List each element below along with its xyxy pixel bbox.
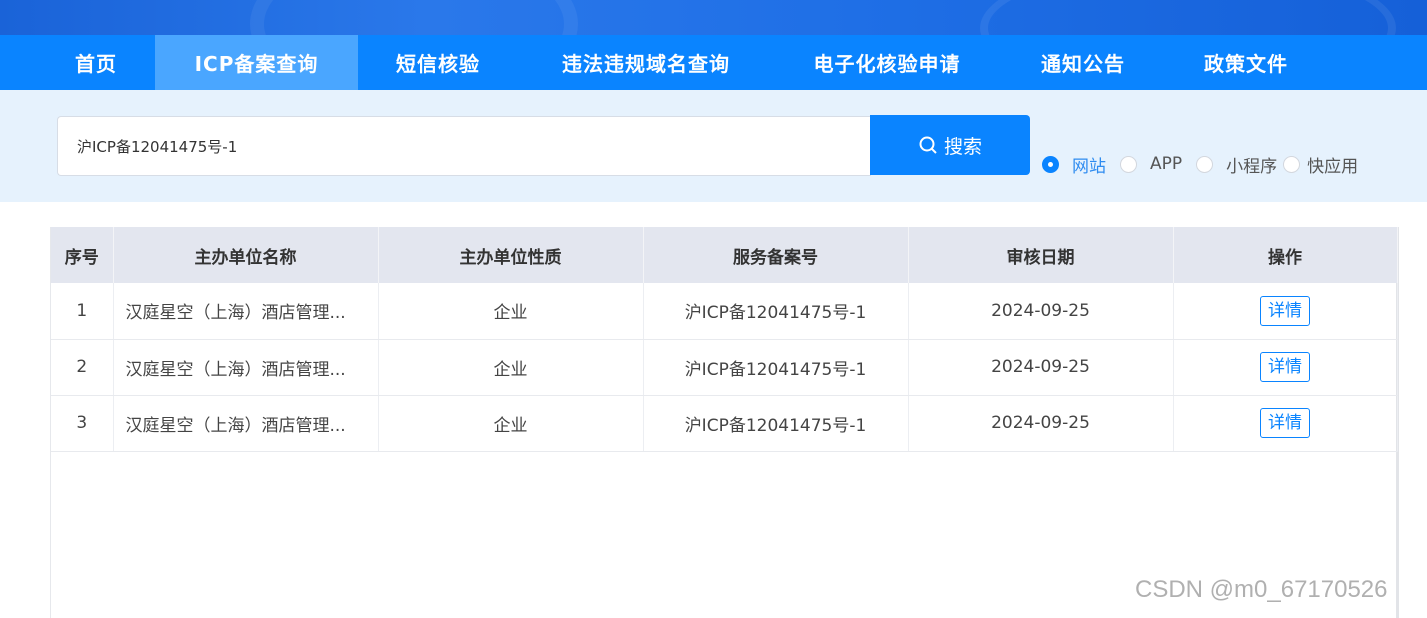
- cell-index: 1: [51, 283, 114, 340]
- col-header-action: 操作: [1173, 227, 1398, 283]
- results-table: 序号 主办单位名称 主办单位性质 服务备案号 审核日期 操作 1 汉庭星空（上海…: [51, 227, 1398, 452]
- nav-item-home[interactable]: 首页: [37, 35, 155, 90]
- search-area: 搜索 网站 APP 小程序 快应用: [0, 90, 1427, 202]
- cell-nature: 企业: [378, 283, 644, 340]
- cell-nature: 企业: [378, 339, 644, 396]
- cell-action: 详情: [1173, 339, 1398, 396]
- detail-button[interactable]: 详情: [1260, 352, 1310, 382]
- detail-button[interactable]: 详情: [1260, 408, 1310, 438]
- cell-date: 2024-09-25: [908, 339, 1174, 396]
- radio-label: 小程序: [1226, 156, 1278, 177]
- table-header-row: 序号 主办单位名称 主办单位性质 服务备案号 审核日期 操作: [51, 227, 1398, 283]
- cell-date: 2024-09-25: [908, 395, 1174, 452]
- table-row: 3 汉庭星空（上海）酒店管理... 企业 沪ICP备12041475号-1 20…: [51, 395, 1398, 452]
- cell-index: 2: [51, 339, 114, 396]
- radio-app[interactable]: APP: [1120, 154, 1182, 174]
- col-header-nature: 主办单位性质: [378, 227, 644, 283]
- cell-index: 3: [51, 395, 114, 452]
- table-row: 2 汉庭星空（上海）酒店管理... 企业 沪ICP备12041475号-1 20…: [51, 339, 1398, 396]
- radio-dot: [1283, 155, 1301, 173]
- radio-label: APP: [1150, 154, 1183, 174]
- results-table-container: 序号 主办单位名称 主办单位性质 服务备案号 审核日期 操作 1 汉庭星空（上海…: [50, 227, 1399, 618]
- radio-mini-program[interactable]: 小程序: [1196, 152, 1277, 177]
- table-row: 1 汉庭星空（上海）酒店管理... 企业 沪ICP备12041475号-1 20…: [51, 283, 1398, 340]
- radio-label: 网站: [1072, 156, 1106, 177]
- detail-button[interactable]: 详情: [1260, 295, 1310, 326]
- top-banner: [0, 0, 1427, 35]
- col-header-index: 序号: [51, 227, 114, 283]
- cell-action: 详情: [1173, 283, 1398, 340]
- nav-item-notice[interactable]: 通知公告: [1000, 35, 1166, 90]
- cell-name: 汉庭星空（上海）酒店管理...: [113, 283, 379, 340]
- cell-date: 2024-09-25: [908, 283, 1174, 340]
- radio-dot: [1120, 155, 1137, 173]
- cell-name: 汉庭星空（上海）酒店管理...: [113, 339, 379, 396]
- col-header-name: 主办单位名称: [113, 227, 379, 283]
- nav-item-sms-verify[interactable]: 短信核验: [358, 35, 518, 90]
- radio-website[interactable]: 网站: [1042, 152, 1106, 177]
- col-header-date: 审核日期: [908, 227, 1174, 283]
- search-button-label: 搜索: [943, 135, 982, 158]
- radio-quick-app[interactable]: 快应用: [1283, 152, 1358, 177]
- search-input[interactable]: [57, 116, 871, 176]
- radio-dot: [1196, 155, 1214, 173]
- col-header-record: 服务备案号: [643, 227, 909, 283]
- search-button[interactable]: 搜索: [870, 115, 1030, 175]
- cell-record: 沪ICP备12041475号-1: [643, 283, 909, 340]
- search-icon: [919, 136, 937, 154]
- watermark: CSDN @m0_67170526: [1135, 576, 1388, 603]
- search-type-radio-group: 网站 APP 小程序 快应用: [1042, 152, 1372, 177]
- cell-name: 汉庭星空（上海）酒店管理...: [113, 395, 379, 452]
- nav-item-policy[interactable]: 政策文件: [1166, 35, 1326, 90]
- nav-item-e-verify[interactable]: 电子化核验申请: [774, 35, 1000, 90]
- radio-dot: [1042, 155, 1059, 173]
- main-nav: 首页 ICP备案查询 短信核验 违法违规域名查询 电子化核验申请 通知公告 政策…: [0, 35, 1427, 90]
- nav-item-icp-query[interactable]: ICP备案查询: [155, 35, 358, 90]
- cell-record: 沪ICP备12041475号-1: [643, 395, 909, 452]
- cell-nature: 企业: [378, 395, 644, 452]
- nav-item-illegal-domain[interactable]: 违法违规域名查询: [518, 35, 774, 90]
- cell-action: 详情: [1173, 395, 1398, 452]
- radio-label: 快应用: [1307, 156, 1359, 177]
- cell-record: 沪ICP备12041475号-1: [643, 339, 909, 396]
